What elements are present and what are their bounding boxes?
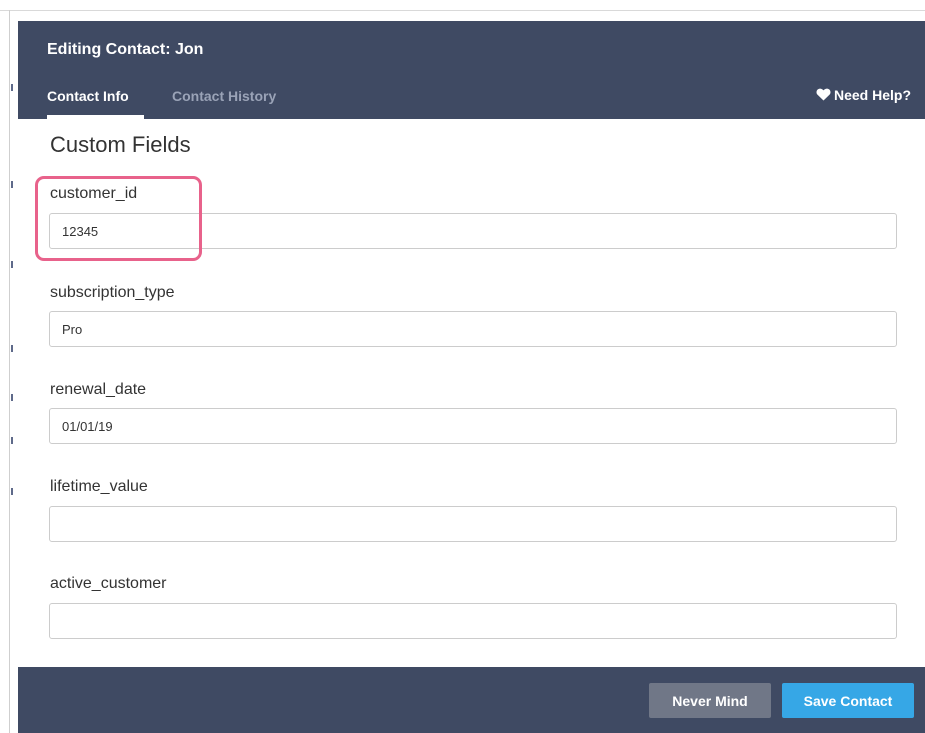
background-edge (9, 10, 10, 733)
lifetime-value-input[interactable] (49, 506, 897, 542)
tab-contact-info[interactable]: Contact Info (47, 88, 129, 104)
field-label-subscription-type: subscription_type (50, 284, 175, 301)
save-contact-button[interactable]: Save Contact (782, 683, 914, 718)
need-help-link[interactable]: Need Help? (816, 87, 911, 103)
background-marker (11, 181, 13, 188)
background-marker (11, 394, 13, 401)
modal-header: Editing Contact: Jon Contact Info Contac… (18, 21, 925, 119)
active-customer-input[interactable] (49, 603, 897, 639)
background-marker (11, 488, 13, 495)
renewal-date-input[interactable] (49, 408, 897, 444)
custom-fields-heading: Custom Fields (50, 132, 191, 157)
background-marker (11, 345, 13, 352)
field-label-active-customer: active_customer (50, 575, 167, 592)
background-marker (11, 261, 13, 268)
background-marker (11, 437, 13, 444)
need-help-label: Need Help? (834, 87, 912, 103)
screen: Editing Contact: Jon Contact Info Contac… (0, 0, 925, 733)
subscription-type-input[interactable] (49, 311, 897, 347)
edit-contact-modal: Editing Contact: Jon Contact Info Contac… (18, 21, 925, 733)
background-marker (11, 84, 13, 91)
tab-contact-history[interactable]: Contact History (172, 88, 276, 104)
active-tab-indicator (47, 115, 144, 119)
modal-title: Editing Contact: Jon (47, 41, 204, 58)
field-label-lifetime-value: lifetime_value (50, 478, 148, 495)
never-mind-button[interactable]: Never Mind (649, 683, 771, 718)
highlight-annotation (35, 176, 202, 261)
heart-icon (816, 88, 831, 101)
field-label-renewal-date: renewal_date (50, 381, 147, 398)
background-divider (0, 10, 925, 11)
modal-footer: Never Mind Save Contact (18, 667, 925, 733)
